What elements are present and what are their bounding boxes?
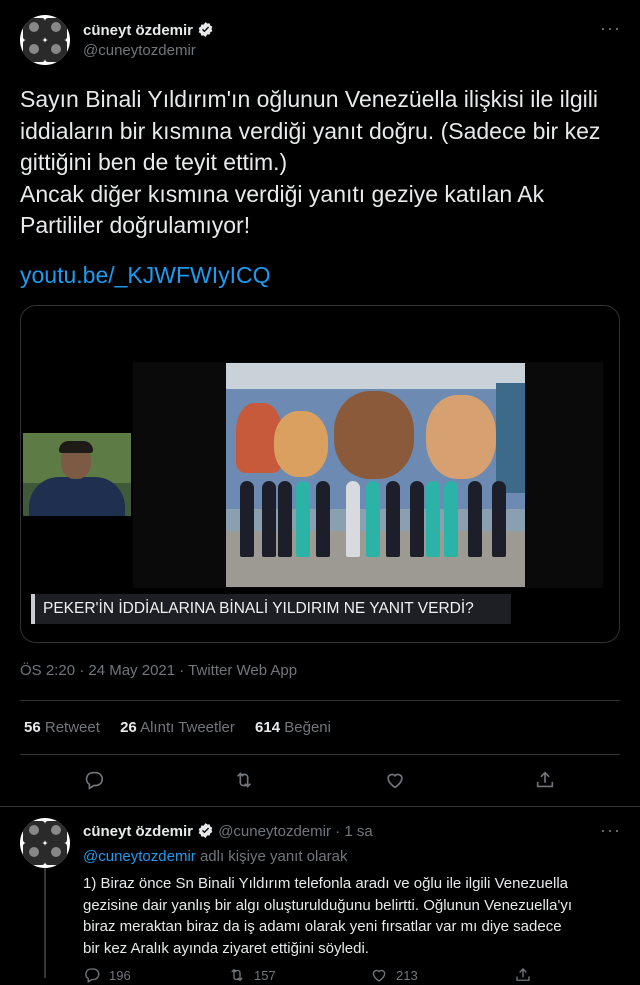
- reply-share-button[interactable]: [514, 966, 540, 984]
- reply-icon[interactable]: [83, 769, 105, 791]
- retweet-icon[interactable]: [233, 769, 255, 791]
- replying-to: @cuneytozdemir adlı kişiye yanıt olarak: [83, 848, 348, 865]
- card-caption: PEKER'İN İDDİALARINA BİNALİ YILDIRIM NE …: [21, 594, 619, 642]
- section-divider: [0, 806, 640, 807]
- reply-text: 1) Biraz önce Sn Binali Yıldırım telefon…: [83, 873, 623, 959]
- tweet-text-line: Sayın Binali Yıldırım'ın oğlunun Venezüe…: [20, 86, 598, 112]
- reply-author-name[interactable]: cüneyt özdemir: [83, 823, 193, 840]
- thread-connector: [44, 868, 46, 978]
- tweet-text-line: gittiğini ben de teyit ettim.): [20, 149, 288, 175]
- share-icon: [516, 968, 530, 981]
- author-name[interactable]: cüneyt özdemir: [83, 21, 214, 39]
- reply-text-line: biraz meraktan biraz da iş adamı olarak …: [83, 918, 562, 935]
- tweet-text-line: iddiaların bir kısmına verdiği yanıt doğ…: [20, 117, 601, 144]
- reply-time[interactable]: · 1 sa: [335, 823, 373, 840]
- share-icon[interactable]: [534, 769, 556, 791]
- more-horizontal-icon[interactable]: ···: [600, 820, 621, 841]
- verified-badge-icon: [197, 822, 214, 839]
- tweet-text-line: Partililer doğrulamıyor!: [20, 212, 251, 238]
- reply-author-avatar[interactable]: [20, 818, 70, 868]
- more-horizontal-icon[interactable]: ···: [600, 18, 621, 39]
- verified-badge-icon: [197, 21, 214, 38]
- reply-like-button[interactable]: 213: [370, 966, 418, 984]
- mural-group-photo: [226, 363, 525, 587]
- tweet-text-line: Ancak diğer kısmına verdiği yanıtı geziy…: [20, 180, 545, 207]
- author-avatar[interactable]: [20, 15, 70, 65]
- retweets-stat[interactable]: 56 Retweet: [24, 719, 100, 736]
- reply-reply-button[interactable]: 196: [83, 966, 131, 984]
- likes-stat[interactable]: 614 Beğeni: [255, 719, 331, 736]
- reply-author-handle[interactable]: @cuneytozdemir: [218, 823, 331, 840]
- divider: [20, 754, 620, 755]
- quote-tweets-stat[interactable]: 26 Alıntı Tweetler: [120, 719, 235, 736]
- card-caption-text: PEKER'İN İDDİALARINA BİNALİ YILDIRIM NE …: [43, 600, 474, 617]
- replying-to-mention[interactable]: @cuneytozdemir: [83, 848, 196, 865]
- tweet-text: Sayın Binali Yıldırım'ın oğlunun Venezüe…: [20, 84, 620, 242]
- retweet-icon: [231, 968, 243, 982]
- reply-icon: [85, 968, 100, 983]
- like-icon[interactable]: [384, 769, 406, 791]
- link-preview-card[interactable]: PEKER'İN İDDİALARINA BİNALİ YILDIRIM NE …: [20, 305, 620, 643]
- video-thumbnail[interactable]: [21, 306, 619, 594]
- reply-text-line: gezisine dair yanlış bir algı oluşturuld…: [83, 896, 572, 914]
- reply-header: cüneyt özdemir @cuneytozdemir · 1 sa: [83, 822, 373, 840]
- presenter-inset-image: [23, 433, 131, 516]
- tweet-stats: 56 Retweet 26 Alıntı Tweetler 614 Beğeni: [24, 719, 347, 736]
- reply-text-line: 1) Biraz önce Sn Binali Yıldırım telefon…: [83, 875, 568, 892]
- reply-retweet-button[interactable]: 157: [228, 966, 276, 984]
- like-icon: [372, 969, 386, 982]
- reply-text-line: bir kez Aralık ayında ziyaret ettiğini s…: [83, 939, 369, 957]
- divider: [20, 700, 620, 701]
- youtube-link[interactable]: youtu.be/_KJWFWIyICQ: [20, 262, 271, 289]
- tweet-timestamp[interactable]: ÖS 2:20 · 24 May 2021 · Twitter Web App: [20, 662, 297, 679]
- author-handle[interactable]: @cuneytozdemir: [83, 42, 196, 59]
